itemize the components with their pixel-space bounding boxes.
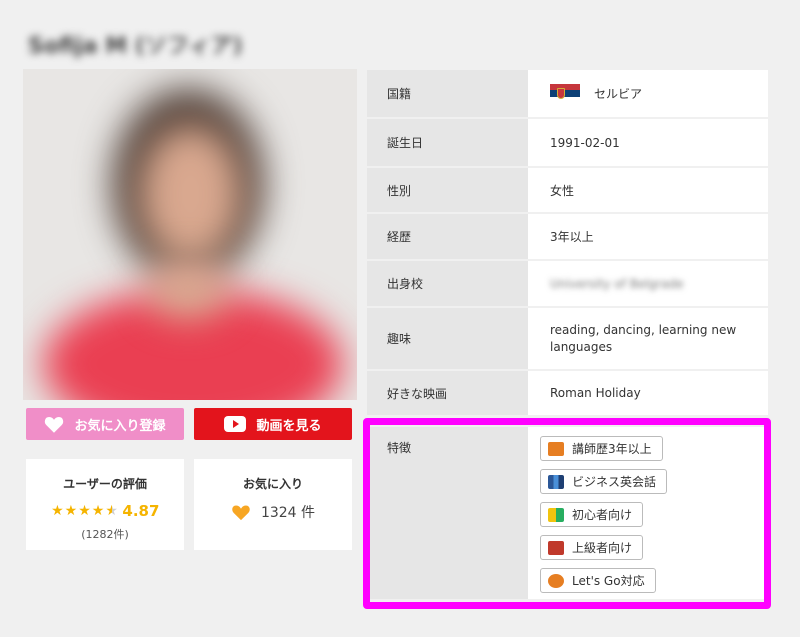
heart-icon (45, 417, 64, 433)
lets-go-icon (548, 573, 564, 588)
add-favorite-label: お気に入り登録 (74, 418, 166, 434)
gender-label: 性別 (367, 168, 528, 212)
nationality-label: 国籍 (367, 70, 528, 117)
rating-card: ユーザーの評価 ★ ★ ★ ★ ★ 4.87 (1282件) (26, 459, 184, 550)
graduation-cap-icon (548, 540, 564, 555)
hobby-value: reading, dancing, learning new languages (528, 308, 768, 369)
favorites-card: お気に入り 1324 件 (194, 459, 352, 550)
favorites-count: 1324 件 (260, 505, 316, 521)
tutor-name: Sofija M (ソフィア) (28, 34, 243, 59)
feature-tag[interactable]: 初心者向け (540, 502, 644, 527)
favorites-title: お気に入り (242, 477, 303, 491)
watch-video-button[interactable]: 動画を見る (194, 408, 352, 440)
profile-info-table: 国籍 セルビア 誕生日 1991-02-01 性別 女性 経歴 3年以上 出身校… (367, 70, 768, 417)
school-label: 出身校 (367, 261, 528, 306)
beginner-mark-icon (548, 507, 564, 522)
star-icon: ★ (51, 503, 64, 519)
feature-tag[interactable]: Let's Go対応 (540, 568, 656, 593)
rating-title: ユーザーの評価 (63, 477, 147, 491)
youtube-play-icon (224, 416, 247, 432)
star-icon: ★ (91, 503, 105, 519)
serbia-flag-icon (550, 83, 580, 104)
star-icon: ★ (64, 503, 78, 519)
experience-value: 3年以上 (528, 214, 768, 259)
books-icon (548, 474, 564, 489)
half-star-icon: ★ (105, 503, 118, 519)
features-label: 特徴 (367, 427, 528, 599)
school-value: University of Belgrade (550, 276, 684, 291)
info-row-movie: 好きな映画 Roman Holiday (367, 371, 768, 417)
watch-video-label: 動画を見る (256, 418, 322, 434)
info-row-birthday: 誕生日 1991-02-01 (367, 119, 768, 168)
movie-value: Roman Holiday (528, 371, 768, 415)
info-row-hobby: 趣味 reading, dancing, learning new langua… (367, 308, 768, 371)
info-row-school: 出身校 University of Belgrade (367, 261, 768, 308)
birthday-value: 1991-02-01 (528, 119, 768, 166)
star-icon: ★ (78, 503, 91, 519)
hobby-label: 趣味 (367, 308, 528, 369)
tutor-photo (23, 69, 357, 400)
add-favorite-button[interactable]: お気に入り登録 (26, 408, 184, 440)
info-row-gender: 性別 女性 (367, 168, 768, 214)
feature-tag[interactable]: 講師歴3年以上 (540, 436, 663, 461)
birthday-label: 誕生日 (367, 119, 528, 166)
gender-value: 女性 (528, 168, 768, 212)
info-row-nationality: 国籍 セルビア (367, 70, 768, 119)
info-row-experience: 経歴 3年以上 (367, 214, 768, 261)
rating-value: 4.87 (122, 502, 160, 520)
experience-icon (548, 441, 564, 456)
movie-label: 好きな映画 (367, 371, 528, 415)
feature-tag[interactable]: 上級者向け (540, 535, 644, 560)
experience-label: 経歴 (367, 214, 528, 259)
info-row-features: 特徴 講師歴3年以上 ビジネス英会話 初心者向け 上級者向け Let's Go対… (367, 427, 768, 599)
feature-tag[interactable]: ビジネス英会話 (540, 469, 668, 494)
features-tag-list: 講師歴3年以上 ビジネス英会話 初心者向け 上級者向け Let's Go対応 (528, 427, 768, 599)
heart-icon (232, 505, 250, 521)
rating-count: (1282件) (81, 528, 129, 541)
nationality-value: セルビア (594, 87, 643, 101)
